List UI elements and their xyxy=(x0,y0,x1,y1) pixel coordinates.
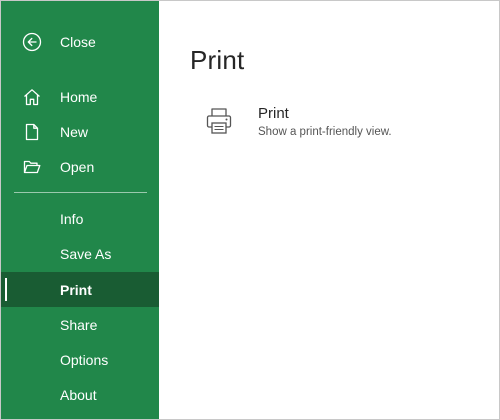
close-button[interactable]: Close xyxy=(1,24,159,59)
sidebar-item-label: Options xyxy=(60,351,109,368)
sidebar-item-label: Info xyxy=(60,210,84,227)
back-arrow-icon xyxy=(22,32,42,52)
print-option-button[interactable]: Print Show a print-friendly view. xyxy=(195,97,455,147)
open-folder-icon xyxy=(22,157,42,177)
sidebar-item-about[interactable]: About xyxy=(1,377,159,412)
home-icon xyxy=(22,87,42,107)
sidebar-item-label: Home xyxy=(60,88,98,105)
page-title: Print xyxy=(190,45,245,75)
print-pane: Print Print Show a print-friendly view. xyxy=(159,1,499,419)
sidebar-item-label: New xyxy=(60,123,89,140)
sidebar-item-home[interactable]: Home xyxy=(1,79,159,114)
close-label: Close xyxy=(60,33,96,50)
sidebar-item-save-as[interactable]: Save As xyxy=(1,236,159,271)
sidebar-item-print[interactable]: Print xyxy=(1,272,159,307)
sidebar-item-info[interactable]: Info xyxy=(1,201,159,236)
sidebar-item-label: About xyxy=(60,386,97,403)
new-document-icon xyxy=(22,122,42,142)
print-option-title: Print xyxy=(258,105,289,122)
sidebar-item-label: Open xyxy=(60,158,95,175)
sidebar-item-open[interactable]: Open xyxy=(1,149,159,184)
sidebar-item-share[interactable]: Share xyxy=(1,307,159,342)
backstage-sidebar: Close Home New Open Info Save As Print S… xyxy=(1,1,159,419)
sidebar-divider xyxy=(14,192,147,193)
sidebar-item-label: Share xyxy=(60,316,98,333)
print-option-description: Show a print-friendly view. xyxy=(258,126,392,138)
sidebar-item-options[interactable]: Options xyxy=(1,342,159,377)
sidebar-item-new[interactable]: New xyxy=(1,114,159,149)
sidebar-item-label: Save As xyxy=(60,245,112,262)
sidebar-item-label: Print xyxy=(60,281,92,298)
app-window: Close Home New Open Info Save As Print S… xyxy=(0,0,500,420)
printer-icon xyxy=(205,105,233,137)
